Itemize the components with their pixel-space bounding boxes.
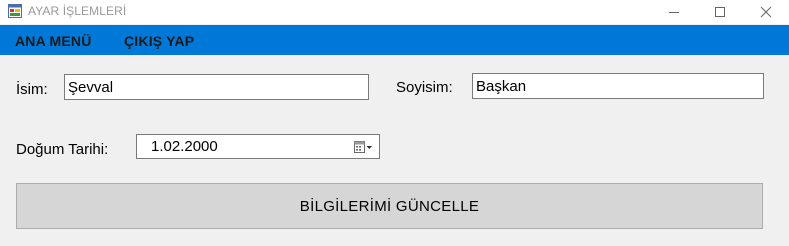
menu-item-main-menu[interactable]: ANA MENÜ <box>15 33 92 49</box>
close-icon <box>760 6 772 18</box>
birth-date-picker[interactable]: 1.02.2000 <box>136 134 380 159</box>
title-bar: AYAR İŞLEMLERİ <box>0 0 789 24</box>
menu-bar: ANA MENÜ ÇIKIŞ YAP <box>0 25 789 55</box>
update-info-button[interactable]: BİLGİLERİMİ GÜNCELLE <box>16 183 763 229</box>
window-title: AYAR İŞLEMLERİ <box>28 4 127 18</box>
minimize-button[interactable] <box>651 0 697 24</box>
menu-item-logout[interactable]: ÇIKIŞ YAP <box>124 33 194 49</box>
maximize-button[interactable] <box>697 0 743 24</box>
calendar-dropdown-icon <box>354 141 372 153</box>
birth-date-label: Doğum Tarihi: <box>16 141 109 158</box>
form-app-icon <box>8 4 22 18</box>
first-name-label: İsim: <box>16 81 48 98</box>
minimize-icon <box>669 12 679 13</box>
last-name-field[interactable] <box>472 73 764 99</box>
calendar-dropdown-button[interactable] <box>353 139 373 155</box>
maximize-icon <box>715 7 725 17</box>
first-name-field[interactable] <box>64 74 369 100</box>
birth-date-value: 1.02.2000 <box>151 138 218 155</box>
last-name-label: Soyisim: <box>396 79 453 96</box>
close-button[interactable] <box>743 0 789 24</box>
